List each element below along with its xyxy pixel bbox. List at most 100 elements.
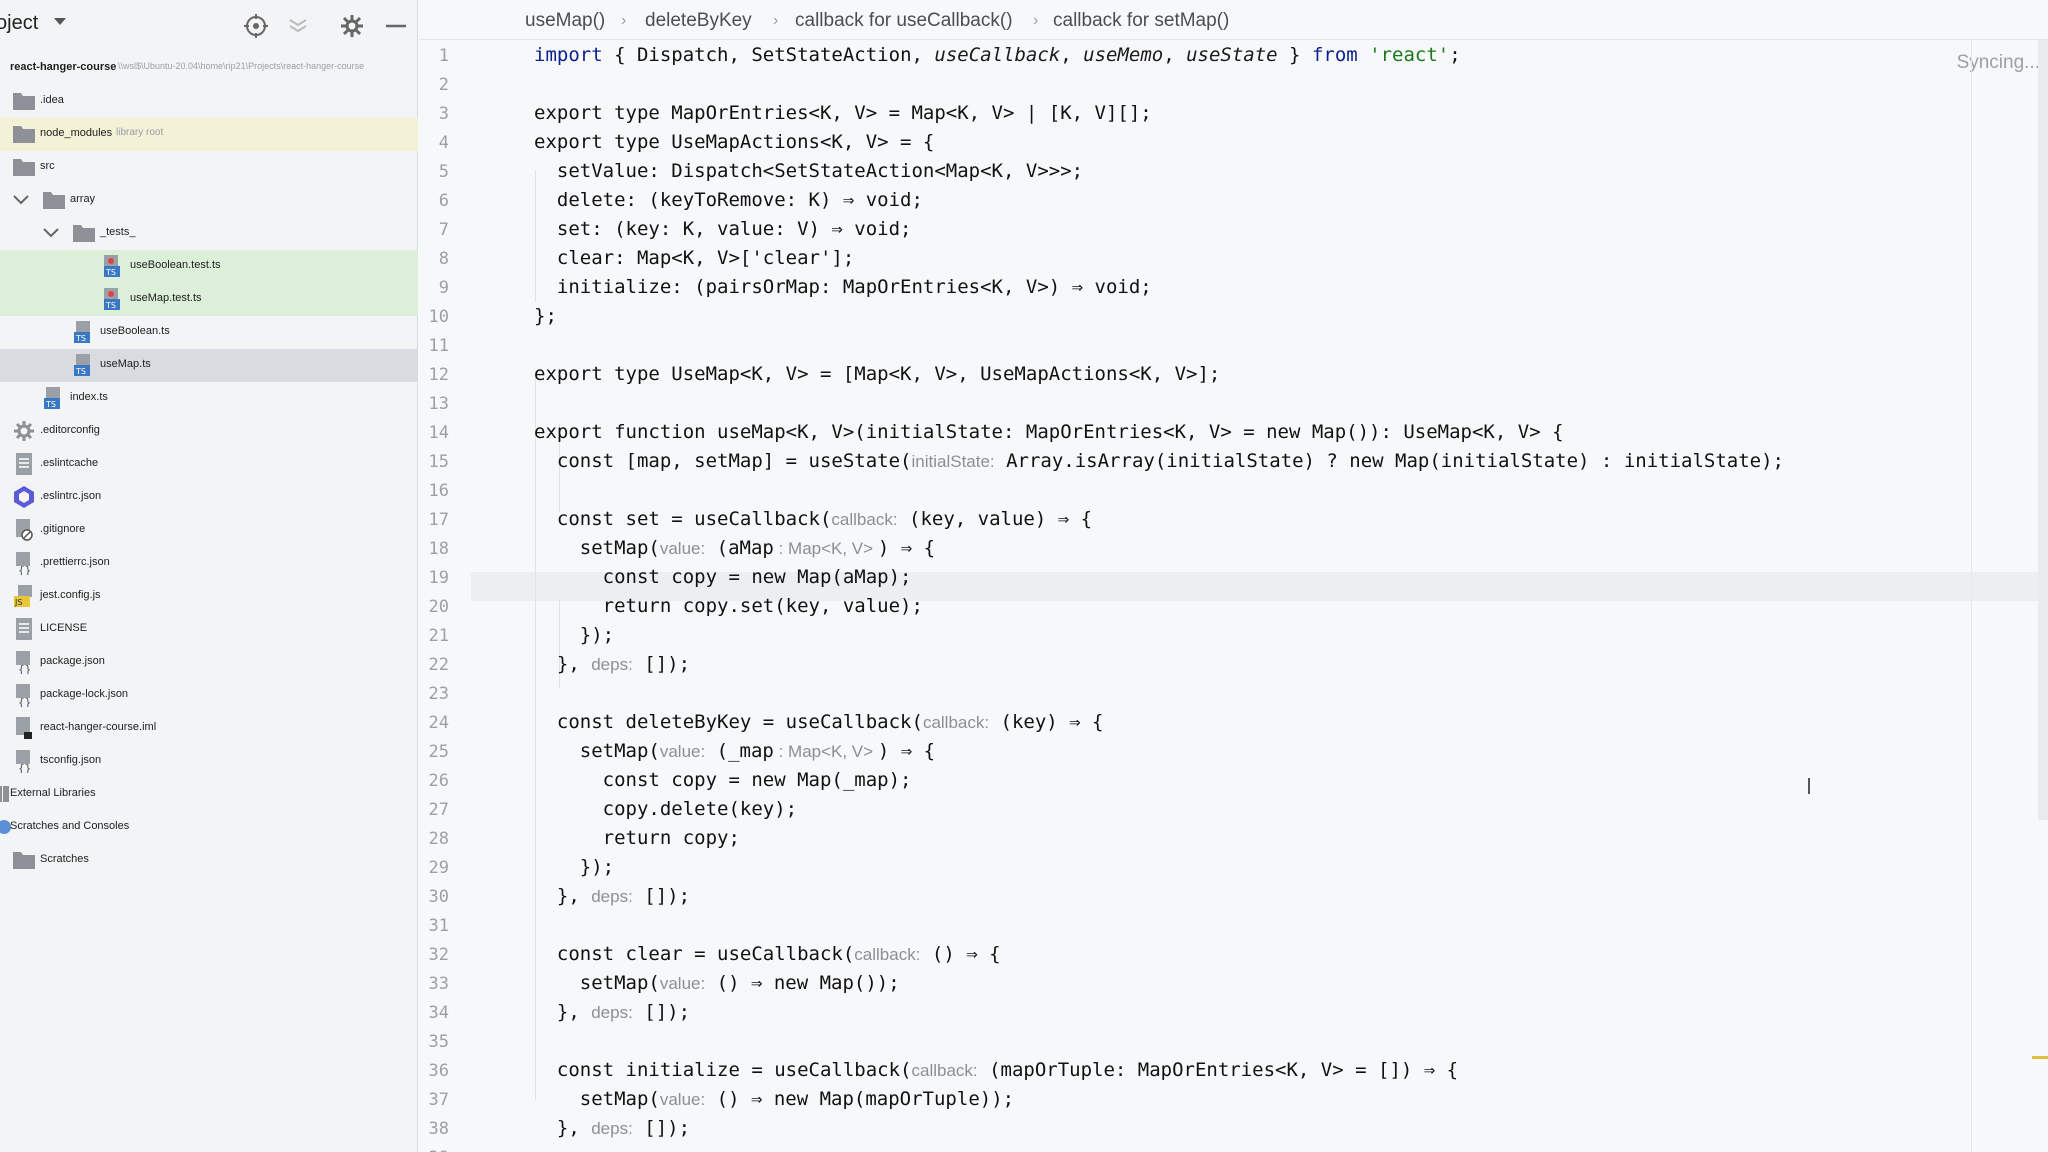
- line-number[interactable]: 13: [419, 394, 449, 414]
- folder-icon: [73, 225, 95, 242]
- line-number[interactable]: 8: [419, 249, 449, 269]
- breadcrumb-item[interactable]: useMap(): [525, 10, 605, 32]
- line-number[interactable]: 25: [419, 742, 449, 762]
- line-number[interactable]: 19: [419, 568, 449, 588]
- chevron-down-icon[interactable]: [52, 16, 68, 28]
- vertical-scrollbar[interactable]: [2038, 40, 2048, 820]
- json-file-icon: {}: [16, 684, 31, 707]
- tree-item-package-json[interactable]: {} package.json: [0, 646, 418, 679]
- tree-item-label: LICENSE: [40, 622, 88, 634]
- tree-item-external-libraries[interactable]: External Libraries: [0, 778, 418, 811]
- tree-item-eslintcache[interactable]: .eslintcache: [0, 448, 418, 481]
- tree-item-node-modules[interactable]: node_modules library root: [0, 118, 418, 151]
- line-number[interactable]: 32: [419, 945, 449, 965]
- svg-text:JS: JS: [14, 598, 22, 607]
- line-number[interactable]: 1: [419, 46, 449, 66]
- chevron-down-icon[interactable]: [42, 224, 60, 242]
- tree-item-tests[interactable]: _tests_: [0, 217, 418, 250]
- tree-item-package-lock[interactable]: {} package-lock.json: [0, 679, 418, 712]
- line-number[interactable]: 22: [419, 655, 449, 675]
- tree-item-useboolean-test[interactable]: TS useBoolean.test.ts: [0, 250, 418, 283]
- param-hint: callback:: [854, 945, 921, 964]
- line-number-gutter[interactable]: 1 2 3 4 5 6 7 8 9 10 11 12 13 14 15 16 17 18 19 20 21 22 23 24 2…: [419, 40, 471, 1152]
- line-number[interactable]: 9: [419, 278, 449, 298]
- line-number[interactable]: 24: [419, 713, 449, 733]
- json-file-icon: {}: [16, 552, 31, 575]
- line-number[interactable]: 33: [419, 974, 449, 994]
- warning-marker[interactable]: [2032, 1056, 2048, 1059]
- line-number[interactable]: 30: [419, 887, 449, 907]
- tree-item-src[interactable]: src: [0, 151, 418, 184]
- tree-item-iml[interactable]: react-hanger-course.iml: [0, 712, 418, 745]
- chevron-down-icon[interactable]: [12, 191, 30, 209]
- tree-item-index[interactable]: TS index.ts: [0, 382, 418, 415]
- line-number[interactable]: 36: [419, 1061, 449, 1081]
- param-hint: deps:: [591, 1003, 633, 1022]
- tree-item-usemap-test[interactable]: TS useMap.test.ts: [0, 283, 418, 316]
- param-hint: value:: [659, 539, 706, 558]
- line-number[interactable]: 6: [419, 191, 449, 211]
- code-line-5: setValue: Dispatch<SetStateAction<Map<K,…: [534, 160, 1084, 182]
- tree-item-scratches[interactable]: Scratches: [0, 844, 418, 877]
- tree-item-scratches-consoles[interactable]: Scratches and Consoles: [0, 811, 418, 844]
- line-number[interactable]: 29: [419, 858, 449, 878]
- line-number[interactable]: 35: [419, 1032, 449, 1052]
- collapse-all-icon[interactable]: [284, 12, 312, 40]
- line-number[interactable]: 34: [419, 1003, 449, 1023]
- line-number[interactable]: 11: [419, 336, 449, 356]
- breadcrumb-item[interactable]: callback for useCallback(): [795, 10, 1013, 32]
- line-number[interactable]: 14: [419, 423, 449, 443]
- tree-item-label: array: [70, 193, 96, 205]
- line-number[interactable]: 39: [419, 1148, 449, 1152]
- line-number[interactable]: 27: [419, 800, 449, 820]
- tree-item-editorconfig[interactable]: .editorconfig: [0, 415, 418, 448]
- code-editor[interactable]: useMap() › deleteByKey › callback for us…: [419, 0, 2048, 1152]
- line-number[interactable]: 31: [419, 916, 449, 936]
- line-number[interactable]: 18: [419, 539, 449, 559]
- breadcrumb-item[interactable]: deleteByKey: [645, 10, 752, 32]
- tree-item-array[interactable]: array: [0, 184, 418, 217]
- line-number[interactable]: 28: [419, 829, 449, 849]
- tree-item-label: tsconfig.json: [40, 754, 102, 766]
- line-number[interactable]: 21: [419, 626, 449, 646]
- code-area[interactable]: import { Dispatch, SetStateAction, useCa…: [471, 40, 2048, 1152]
- line-number[interactable]: 23: [419, 684, 449, 704]
- tree-root[interactable]: react-hanger-course \\wsl$\Ubuntu-20.04\…: [0, 52, 418, 85]
- line-number[interactable]: 38: [419, 1119, 449, 1139]
- tree-item-eslintrc[interactable]: .eslintrc.json: [0, 481, 418, 514]
- tree-item-prettierrc[interactable]: {} .prettierrc.json: [0, 547, 418, 580]
- tree-item-idea[interactable]: .idea: [0, 85, 418, 118]
- code-line-15: const [map, setMap] = useState(initialSt…: [534, 450, 1784, 472]
- line-number[interactable]: 16: [419, 481, 449, 501]
- line-number[interactable]: 3: [419, 104, 449, 124]
- line-number[interactable]: 5: [419, 162, 449, 182]
- param-hint: callback:: [911, 1061, 978, 1080]
- code-line-9: initialize: (pairsOrMap: MapOrEntries<K,…: [534, 276, 1152, 298]
- line-number[interactable]: 17: [419, 510, 449, 530]
- tree-item-tsconfig[interactable]: {} tsconfig.json: [0, 745, 418, 778]
- line-number[interactable]: 10: [419, 307, 449, 327]
- tree-item-label: Scratches: [40, 853, 89, 865]
- code-line-7: set: (key: K, value: V) ⇒ void;: [534, 218, 912, 240]
- tree-item-label: _tests_: [100, 226, 136, 238]
- locate-icon[interactable]: [242, 12, 270, 40]
- project-title[interactable]: oject: [0, 12, 38, 35]
- code-line-8: clear: Map<K, V>['clear'];: [534, 247, 855, 269]
- tree-item-useboolean[interactable]: TS useBoolean.ts: [0, 316, 418, 349]
- minimize-icon[interactable]: [382, 12, 410, 40]
- line-number[interactable]: 37: [419, 1090, 449, 1110]
- tree-item-jest-config[interactable]: JS jest.config.js: [0, 580, 418, 613]
- line-number[interactable]: 26: [419, 771, 449, 791]
- gear-icon[interactable]: [338, 12, 366, 40]
- line-number[interactable]: 7: [419, 220, 449, 240]
- line-number[interactable]: 12: [419, 365, 449, 385]
- tree-item-license[interactable]: LICENSE: [0, 613, 418, 646]
- tree-item-gitignore[interactable]: .gitignore: [0, 514, 418, 547]
- breadcrumb-item[interactable]: callback for setMap(): [1053, 10, 1229, 32]
- eslint-icon: [14, 486, 34, 508]
- line-number[interactable]: 2: [419, 75, 449, 95]
- line-number[interactable]: 4: [419, 133, 449, 153]
- line-number[interactable]: 15: [419, 452, 449, 472]
- line-number[interactable]: 20: [419, 597, 449, 617]
- tree-item-usemap[interactable]: TS useMap.ts: [0, 349, 418, 382]
